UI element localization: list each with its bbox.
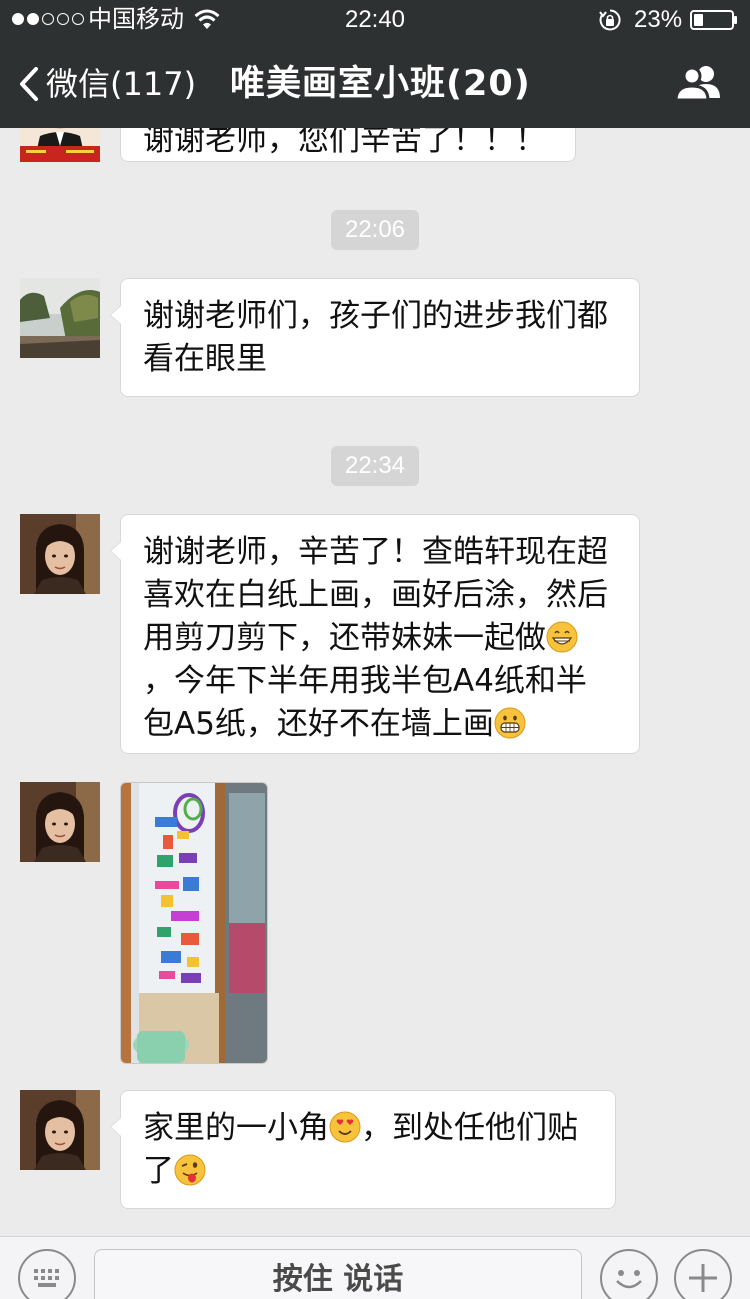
timestamp-1: 22:06 [331, 210, 419, 250]
message-text-2-line-1: 谢谢老师，辛苦了！查皓轩现在超 [143, 534, 608, 570]
chat-screen: 谢谢老师，您们辛苦了！！！ 22:06 谢谢老师们，孩子们的进步我们都 看在眼里… [0, 0, 750, 1299]
grinning-emoji-icon [546, 621, 578, 653]
status-bar: 中国移动 22:40 23% [0, 0, 750, 40]
chat-title: 唯美画室小班(20) [230, 64, 531, 104]
image-message-kids-artwork[interactable] [120, 782, 268, 1064]
timestamp-2: 22:34 [331, 446, 419, 486]
message-text-4-part-2: ，到处任他们贴 [361, 1110, 578, 1146]
more-options-button[interactable] [674, 1249, 732, 1299]
message-text-4-part-1: 家里的一小角 [143, 1110, 329, 1146]
message-text-4-line-2: 了 [143, 1150, 595, 1193]
message-text-2-line-2: 喜欢在白纸上画，画好后涂，然后 [143, 577, 608, 613]
message-text-1-line-1: 谢谢老师们，孩子们的进步我们都 [143, 298, 608, 334]
hold-to-talk-button[interactable]: 按住 说话 [94, 1249, 582, 1299]
heart-eyes-emoji-icon [329, 1111, 361, 1143]
back-button[interactable]: 微信(117) [18, 62, 196, 106]
back-button-label: 微信(117) [46, 65, 197, 103]
message-text-2-line-4: ，今年下半年用我半包A4纸和半 [143, 663, 587, 699]
battery-percentage: 23% [634, 6, 683, 33]
message-bubble-4[interactable]: 家里的一小角 ，到处任他们贴 了 [110, 1090, 616, 1209]
message-text-1-line-2: 看在眼里 [143, 341, 267, 377]
message-text-2-line-3: 用剪刀剪下，还带妹妹一起做 [143, 617, 619, 660]
message-text-2-line-5-text: 包A5纸，还好不在墙上画 [143, 706, 494, 742]
group-members-icon[interactable] [672, 62, 728, 106]
battery-icon [690, 10, 737, 30]
message-list[interactable]: 谢谢老师，您们辛苦了！！！ 22:06 谢谢老师们，孩子们的进步我们都 看在眼里… [0, 0, 750, 1240]
message-text-2-line-5: 包A5纸，还好不在墙上画 [143, 703, 619, 746]
big-grin-emoji-icon [494, 707, 526, 739]
chevron-left-icon [20, 67, 38, 101]
nav-bar: 微信(117) 唯美画室小班(20) [0, 40, 750, 128]
avatar-sender-3-repeat[interactable] [20, 782, 100, 862]
rotation-lock-icon [599, 9, 621, 31]
message-text-2-line-3-text: 用剪刀剪下，还带妹妹一起做 [143, 620, 546, 656]
keyboard-icon [34, 1269, 59, 1287]
emoji-icon [616, 1270, 642, 1289]
emoji-button[interactable] [600, 1249, 658, 1299]
input-bar: 按住 说话 [0, 1236, 750, 1299]
message-bubble-2[interactable]: 谢谢老师，辛苦了！查皓轩现在超 喜欢在白纸上画，画好后涂，然后 用剪刀剪下，还带… [110, 514, 640, 754]
wink-tongue-emoji-icon [174, 1154, 206, 1186]
message-text-4-line-1: 家里的一小角 ，到处任他们贴 [143, 1107, 595, 1150]
message-bubble-1[interactable]: 谢谢老师们，孩子们的进步我们都 看在眼里 [110, 278, 640, 397]
avatar-sender-3[interactable] [20, 514, 100, 594]
avatar-sender-3-repeat-2[interactable] [20, 1090, 100, 1170]
keyboard-toggle-button[interactable] [18, 1249, 76, 1299]
avatar-sender-2[interactable] [20, 278, 100, 358]
message-text-4-part-3: 了 [143, 1153, 174, 1189]
plus-icon [689, 1264, 717, 1292]
